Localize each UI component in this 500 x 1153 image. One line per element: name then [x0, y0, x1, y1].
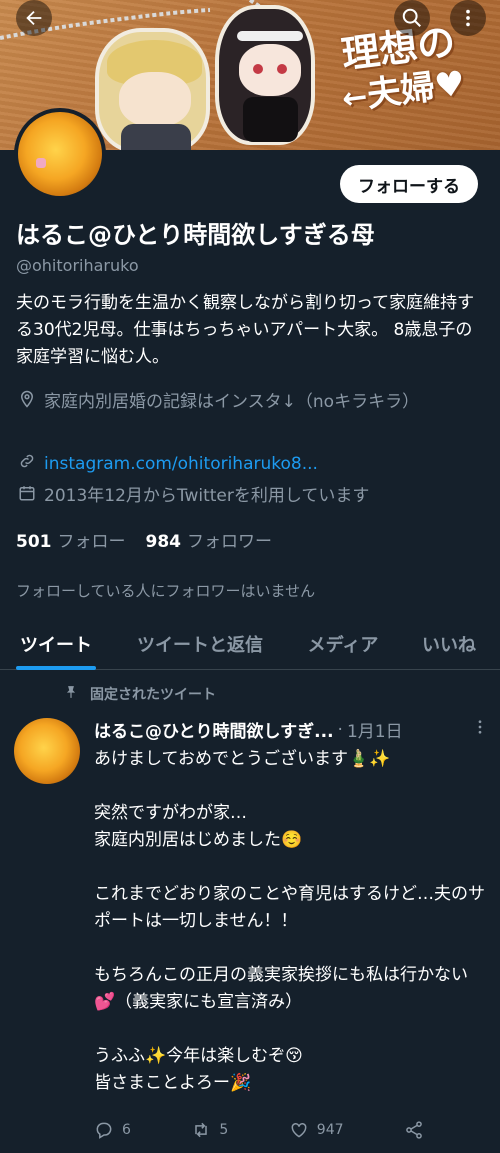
tweet-paragraph: あけましておめでとうございます🎍✨: [94, 749, 391, 769]
follow-button[interactable]: フォローする: [340, 165, 478, 203]
reply-button[interactable]: 6: [94, 1120, 131, 1140]
profile-website-link[interactable]: instagram.com/ohitoriharuko8...: [44, 452, 318, 477]
like-count: 947: [316, 1122, 344, 1138]
tweet-actions: 6 5 947: [94, 1120, 424, 1140]
location-pin-icon: [16, 390, 38, 415]
tab-tweets-and-replies[interactable]: ツイートと返信: [112, 618, 288, 670]
more-vertical-icon: [466, 9, 470, 27]
tweet-paragraph: もちろんこの正月の義実家挨拶にも私は行かない💕（義実家にも宣言済み）: [94, 965, 468, 1012]
tweet-more-icon[interactable]: [471, 718, 489, 741]
reply-count: 6: [122, 1122, 131, 1138]
no-mutual-followers-text: フォローしている人にフォロワーはいません: [16, 582, 316, 600]
tab-likes[interactable]: いいね: [398, 618, 500, 670]
tweet-text: あけましておめでとうございます🎍✨ 突然ですがわが家… 家庭内別居はじめました☺…: [94, 746, 486, 1124]
tweet-author-name[interactable]: はるこ@ひとり時間欲しすぎ...: [94, 717, 334, 742]
tweet-header: はるこ@ひとり時間欲しすぎ... · 1月1日: [94, 717, 489, 742]
tab-media[interactable]: メディア: [288, 618, 398, 670]
following-label: フォロー: [57, 532, 126, 552]
arrow-left-icon: [26, 10, 42, 26]
tweet-author-avatar[interactable]: [14, 718, 80, 784]
retweet-button[interactable]: 5: [191, 1120, 228, 1140]
back-button[interactable]: [16, 0, 52, 36]
profile-handle: @ohitoriharuko: [16, 256, 139, 275]
calendar-icon: [16, 484, 38, 509]
following-count: 501: [16, 532, 52, 552]
retweet-icon: [195, 1122, 208, 1138]
search-button[interactable]: [394, 0, 430, 36]
pinned-tweet-label: 固定されたツイート: [64, 684, 216, 704]
link-icon: [16, 452, 38, 477]
profile-avatar[interactable]: [14, 108, 106, 200]
pin-icon: [64, 685, 78, 703]
followers-count-link[interactable]: 984 フォロワー: [146, 527, 273, 552]
tab-tweets[interactable]: ツイート: [0, 618, 112, 670]
boy-keychain-image: [95, 28, 210, 150]
profile-name: はるこ@ひとり時間欲しすぎる母: [16, 221, 375, 249]
follow-counts: 501 フォロー 984 フォロワー: [16, 527, 272, 552]
search-icon: [402, 8, 421, 27]
profile-joined-row: 2013年12月からTwitterを利用しています: [16, 484, 369, 509]
share-icon: [406, 1121, 422, 1139]
heart-icon: [291, 1122, 307, 1138]
girl-keychain-image: [215, 5, 315, 145]
following-count-link[interactable]: 501 フォロー: [16, 527, 126, 552]
pinned-text: 固定されたツイート: [90, 687, 216, 703]
followers-label: フォロワー: [187, 532, 272, 552]
profile-link-row: instagram.com/ohitoriharuko8...: [16, 452, 318, 477]
profile-location: 家庭内別居婚の記録はインスタ↓（noキラキラ）: [16, 390, 486, 415]
retweet-count: 5: [219, 1122, 229, 1138]
reply-icon: [96, 1122, 112, 1139]
tweet-paragraph: うふふ✨今年は楽しむぞ😚 皆さまことよろー🎉: [94, 1046, 303, 1093]
more-options-button[interactable]: [450, 0, 486, 36]
followers-count: 984: [145, 532, 182, 552]
joined-text: 2013年12月からTwitterを利用しています: [44, 486, 370, 506]
separator-dot: ·: [337, 719, 343, 740]
like-button[interactable]: 947: [289, 1120, 344, 1140]
share-button[interactable]: [404, 1120, 424, 1140]
profile-bio: 夫のモラ行動を生温かく観察しながら割り切って家庭維持する30代2児母。仕事はちっ…: [16, 293, 475, 367]
profile-tabs: ツイート ツイートと返信 メディア いいね: [0, 618, 500, 670]
tweet-date[interactable]: 1月1日: [347, 717, 403, 742]
tweet-paragraph: 突然ですがわが家… 家庭内別居はじめました☺️: [94, 803, 303, 850]
location-text: 家庭内別居婚の記録はインスタ↓（noキラキラ）: [44, 392, 420, 412]
tweet-paragraph: これまでどおり家のことや育児はするけど…夫のサポートは一切しません！！: [94, 884, 485, 931]
